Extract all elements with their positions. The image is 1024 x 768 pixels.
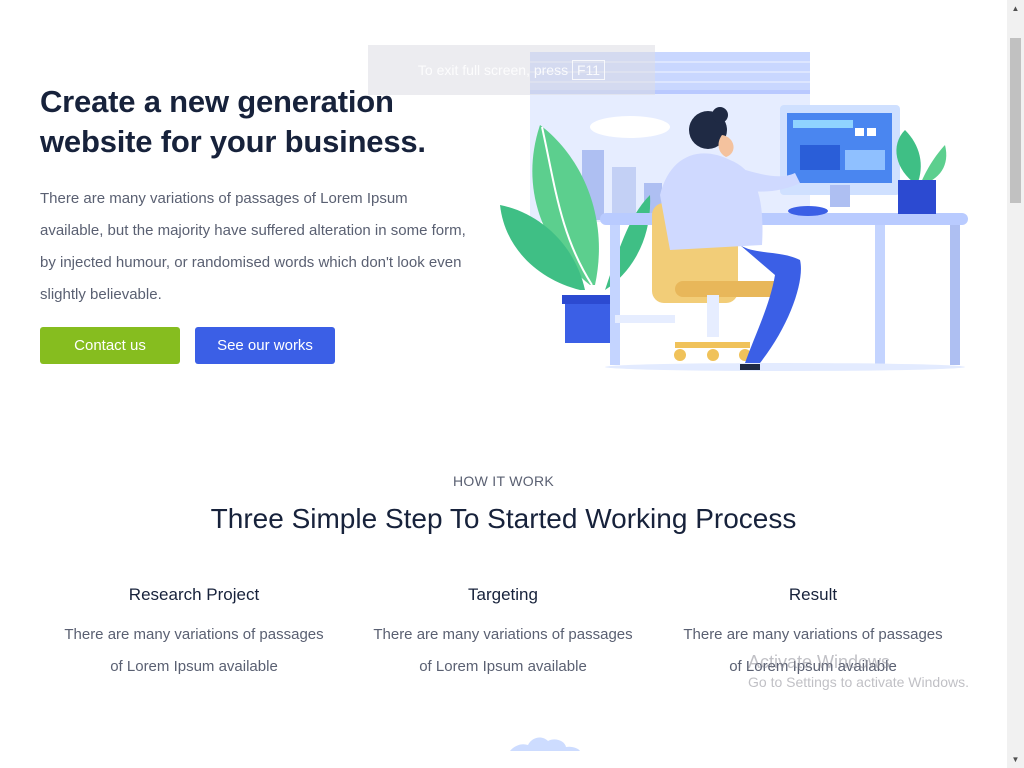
scroll-down-arrow-icon[interactable]: ▼ (1007, 751, 1024, 768)
windows-activation-watermark: Activate Windows Go to Settings to activ… (748, 651, 969, 691)
watermark-title: Activate Windows (748, 652, 891, 672)
hero-description: There are many variations of passages of… (40, 190, 466, 303)
scrollbar-thumb[interactable] (1010, 38, 1021, 203)
step-description: There are many variations of passages of… (373, 626, 633, 675)
f11-key-badge: F11 (571, 60, 606, 80)
step-title: Targeting (468, 585, 538, 604)
contact-us-button[interactable]: Contact us (40, 327, 180, 364)
scroll-up-arrow-icon[interactable]: ▲ (1007, 0, 1024, 17)
watermark-subtitle: Go to Settings to activate Windows. (748, 674, 969, 690)
fullscreen-notice-text: To exit full screen, press (417, 62, 569, 78)
step-title: Result (788, 585, 838, 604)
section-eyebrow: HOW IT WORK (452, 473, 555, 489)
step-title: Research Project (128, 585, 260, 604)
fullscreen-exit-notice: To exit full screen, press F11 (368, 45, 655, 95)
cloud-icon (510, 737, 580, 751)
see-our-works-button[interactable]: See our works (195, 327, 335, 364)
desk-plant-icon (896, 130, 947, 214)
vertical-scrollbar[interactable]: ▲ ▼ (1007, 0, 1024, 768)
step-card-targeting: Targeting There are many variations of p… (353, 584, 653, 683)
section-title: Three Simple Step To Started Working Pro… (210, 503, 797, 534)
step-description: There are many variations of passages of… (64, 626, 324, 675)
landing-page: Create a new generation website for your… (0, 0, 1007, 768)
step-card-research: Research Project There are many variatio… (44, 584, 344, 683)
